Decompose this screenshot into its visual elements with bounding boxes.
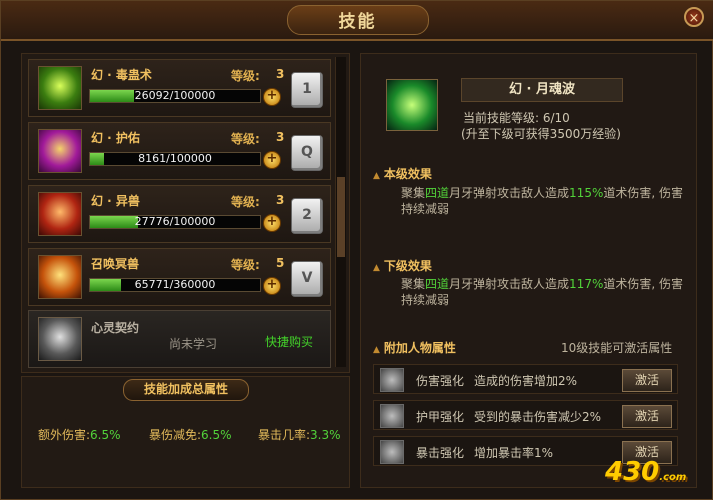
desc-text: 月牙弹射攻击敌人造成 <box>449 277 570 291</box>
skill-list-scrollbar[interactable] <box>335 57 346 367</box>
beast-summon-icon[interactable] <box>38 192 82 236</box>
warrior-emblem-icon <box>380 440 404 464</box>
hotkey-button[interactable]: V <box>291 261 323 297</box>
logo-main: 430 <box>605 457 660 487</box>
skill-level-label: 等级: <box>231 69 260 83</box>
current-level-text: 当前技能等级: 6/10 <box>463 111 570 125</box>
this-level-desc: 聚集四道月牙弹射攻击敌人造成115%道术伤害, 伤害持续减弱 <box>401 185 691 217</box>
skill-name: 幻 · 异兽 <box>91 194 140 208</box>
skill-name: 幻 · 护佑 <box>91 131 140 145</box>
skill-exp-bar: 65771/360000 <box>89 278 261 292</box>
attr-desc: 受到的暴击伤害减少2% <box>474 410 602 424</box>
skill-row[interactable]: 幻 · 异兽 等级: 3 27776/100000 + 2 <box>28 185 331 243</box>
extra-attr-note: 10级技能可激活属性 <box>561 341 673 355</box>
skill-level: 3 <box>276 193 285 207</box>
skill-exp-text: 8161/100000 <box>138 152 212 165</box>
skill-exp-text: 65771/360000 <box>134 278 216 291</box>
skill-level-label: 等级: <box>231 195 260 209</box>
skill-name: 心灵契约 <box>91 321 140 335</box>
skill-level-label: 等级: <box>231 258 260 272</box>
bonus-value: 6.5% <box>90 428 121 442</box>
skill-row[interactable]: 幻 · 护佑 等级: 3 8161/100000 + Q <box>28 122 331 180</box>
skill-exp-bar: 8161/100000 <box>89 152 261 166</box>
bonus-label: 暴击几率: <box>258 428 311 442</box>
next-level-desc: 聚集四道月牙弹射攻击敌人造成117%道术伤害, 伤害持续减弱 <box>401 276 691 308</box>
skill-status: 尚未学习 <box>169 337 218 351</box>
skill-level: 5 <box>276 256 285 270</box>
desc-highlight: 四道 <box>425 186 450 200</box>
unlearned-skill-row[interactable]: 心灵契约 尚未学习 快捷购买 <box>28 310 331 368</box>
attr-name: 暴击强化 <box>416 446 465 460</box>
skill-name: 幻 · 毒蛊术 <box>91 68 152 82</box>
demon-beast-icon[interactable] <box>38 255 82 299</box>
detail-skill-name: 幻 · 月魂波 <box>461 78 623 102</box>
skills-window: 技能 × 幻 · 毒蛊术 等级: 3 26092/100000 + 1 幻 · … <box>0 0 713 500</box>
upgrade-plus-icon[interactable]: + <box>263 88 281 106</box>
extra-attr-header: 附加人物属性 <box>373 339 456 356</box>
bonus-value: 3.3% <box>310 428 341 442</box>
this-level-header: 本级效果 <box>373 165 432 182</box>
desc-text: 聚集 <box>401 277 426 291</box>
attr-name: 伤害强化 <box>416 374 465 388</box>
bonus-label: 额外伤害: <box>38 428 91 442</box>
desc-text: 月牙弹射攻击敌人造成 <box>449 186 570 200</box>
bonus-item: 暴击几率:3.3% <box>258 426 341 443</box>
skill-exp-bar: 27776/100000 <box>89 215 261 229</box>
upgrade-plus-icon[interactable]: + <box>263 151 281 169</box>
bonus-label: 暴伤减免: <box>149 428 202 442</box>
desc-highlight: 115% <box>569 186 604 200</box>
hotkey-button[interactable]: 1 <box>291 72 323 108</box>
activate-button[interactable]: 激活 <box>622 369 672 392</box>
skill-row[interactable]: 幻 · 毒蛊术 等级: 3 26092/100000 + 1 <box>28 59 331 117</box>
poison-skull-icon[interactable] <box>38 66 82 110</box>
scroll-thumb[interactable] <box>337 177 345 257</box>
attr-desc: 增加暴击率1% <box>474 446 554 460</box>
moon-wave-icon <box>386 79 438 131</box>
desc-highlight: 四道 <box>425 277 450 291</box>
bonus-title: 技能加成总属性 <box>123 379 249 401</box>
attr-row: 护甲强化 受到的暴击伤害减少2% 激活 <box>373 400 678 430</box>
skill-row[interactable]: 召唤冥兽 等级: 5 65771/360000 + V <box>28 248 331 306</box>
window-title: 技能 <box>338 12 377 32</box>
skill-exp-text: 26092/100000 <box>134 89 216 102</box>
upgrade-plus-icon[interactable]: + <box>263 277 281 295</box>
quick-buy-link[interactable]: 快捷购买 <box>265 333 313 350</box>
upgrade-plus-icon[interactable]: + <box>263 214 281 232</box>
bonus-value: 6.5% <box>201 428 232 442</box>
attr-desc: 造成的伤害增加2% <box>474 374 578 388</box>
skill-level: 3 <box>276 130 285 144</box>
warrior-emblem-icon <box>380 404 404 428</box>
skill-exp-bar: 26092/100000 <box>89 89 261 103</box>
skill-name: 召唤冥兽 <box>91 257 140 271</box>
site-logo: 430.com <box>605 457 686 487</box>
attr-row: 伤害强化 造成的伤害增加2% 激活 <box>373 364 678 394</box>
skill-exp-text: 27776/100000 <box>134 215 216 228</box>
desc-highlight: 117% <box>569 277 604 291</box>
attr-name: 护甲强化 <box>416 410 465 424</box>
activate-button[interactable]: 激活 <box>622 405 672 428</box>
skill-level-label: 等级: <box>231 132 260 146</box>
purple-shield-icon[interactable] <box>38 129 82 173</box>
desc-text: 聚集 <box>401 186 426 200</box>
next-level-note: (升至下级可获得3500万经验) <box>461 127 621 141</box>
hotkey-button[interactable]: 2 <box>291 198 323 234</box>
bonus-item: 额外伤害:6.5% <box>38 426 121 443</box>
meditation-icon[interactable] <box>38 317 82 361</box>
skill-level: 3 <box>276 67 285 81</box>
logo-sub: .com <box>659 472 687 483</box>
next-level-header: 下级效果 <box>373 257 432 274</box>
hotkey-button[interactable]: Q <box>291 135 323 171</box>
warrior-emblem-icon <box>380 368 404 392</box>
close-icon[interactable]: × <box>684 7 704 27</box>
bonus-item: 暴伤减免:6.5% <box>149 426 232 443</box>
